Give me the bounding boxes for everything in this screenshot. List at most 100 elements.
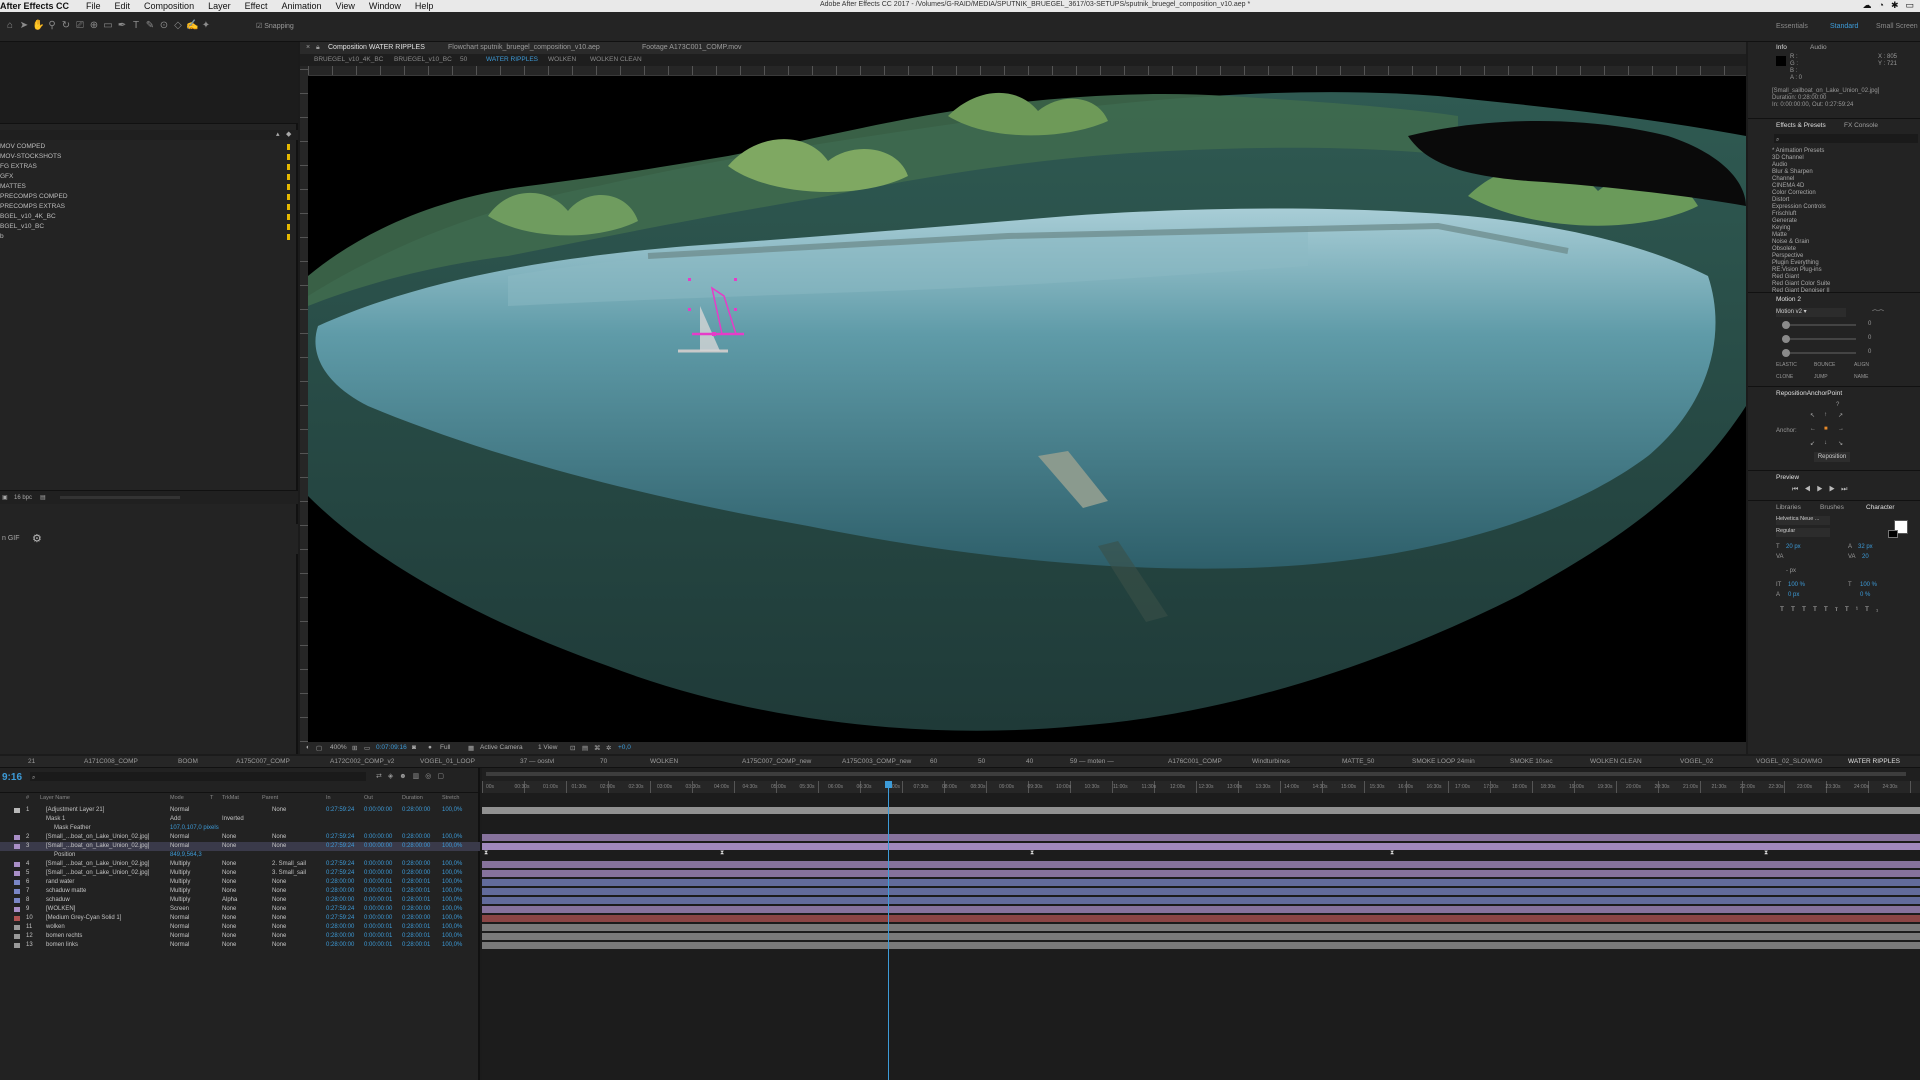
font-style-dropdown[interactable]: Regular (1776, 528, 1830, 537)
track-matte-dropdown[interactable]: None (222, 941, 236, 950)
play-icon[interactable]: ▶ (1817, 486, 1829, 493)
layer-duration-bar[interactable] (482, 861, 1920, 868)
stretch[interactable]: 100,0% (442, 842, 462, 851)
bounce-button[interactable]: BOUNCE (1814, 362, 1835, 368)
hand-tool-icon[interactable]: ✋ (32, 20, 44, 32)
tab-footage[interactable]: Footage A173C001_COMP.mov (642, 44, 742, 51)
layer-row[interactable]: 4 [Small_...boat_on_Lake_Union_02.jpg] Mul… (0, 860, 480, 869)
timeline-tab[interactable]: 37 — oostvl (520, 758, 554, 765)
in-point[interactable]: 0:27:59:24 (326, 905, 354, 914)
blend-mode-dropdown[interactable]: Screen (170, 905, 189, 914)
tab-fx-console[interactable]: FX Console (1844, 122, 1878, 129)
menu-composition[interactable]: Composition (137, 1, 201, 11)
effects-category[interactable]: Red Giant Color Suite (1772, 281, 1830, 287)
menu-help[interactable]: Help (408, 1, 441, 11)
effects-category[interactable]: Frischluft (1772, 211, 1796, 217)
tab-brushes[interactable]: Brushes (1820, 504, 1844, 511)
effects-category[interactable]: Noise & Grain (1772, 239, 1809, 245)
stretch[interactable]: 100,0% (442, 833, 462, 842)
layer-row[interactable]: 3 [Small_...boat_on_Lake_Union_02.jpg] Nor… (0, 842, 480, 851)
stretch[interactable]: 100,0% (442, 932, 462, 941)
duration[interactable]: 0:28:00:01 (402, 932, 430, 941)
reposition-button[interactable]: Reposition (1814, 452, 1850, 462)
parent-dropdown[interactable]: None (272, 842, 286, 851)
effects-search-input[interactable]: ⌕ (1774, 134, 1918, 143)
stretch[interactable]: 100,0% (442, 887, 462, 896)
timeline-tab[interactable]: 60 (930, 758, 937, 765)
elastic-button[interactable]: ELASTIC (1776, 362, 1797, 368)
project-item[interactable]: PRECOMPS EXTRAS (0, 202, 290, 212)
motion-slider[interactable] (1782, 338, 1856, 340)
stroke-color-swatch[interactable] (1888, 530, 1898, 538)
flowchart-icon[interactable]: ⌘ (594, 744, 601, 752)
lock-icon[interactable]: 🔒︎ (316, 44, 320, 52)
timeline-tab[interactable]: BOOM (178, 758, 198, 765)
parent-dropdown[interactable]: 2. Small_sail (272, 860, 306, 869)
snapping-checkbox[interactable]: ☑ Snapping (256, 22, 294, 30)
current-time-display[interactable]: 0:07:09:16 (376, 744, 407, 751)
keyframe-icon[interactable]: ⧗ (1764, 850, 1768, 857)
parent-dropdown[interactable]: None (272, 941, 286, 950)
effects-category[interactable]: Distort (1772, 197, 1789, 203)
in-point[interactable]: 0:27:59:24 (326, 860, 354, 869)
column-header-layer-name[interactable]: Layer Name (40, 795, 70, 801)
timeline-tab[interactable]: WATER RIPPLES (1848, 758, 1900, 765)
time-ruler[interactable]: 00s 00:30s 01:00s 01:30s 02:00s 02:30s 03:00s 0… (482, 781, 1920, 793)
parent-dropdown[interactable]: None (272, 932, 286, 941)
stretch[interactable]: 100,0% (442, 896, 462, 905)
timeline-tab[interactable]: VOGEL_02_SLOWMO (1756, 758, 1822, 765)
workspace-essentials[interactable]: Essentials (1776, 23, 1808, 30)
menu-animation[interactable]: Animation (274, 1, 328, 11)
motion-slider-knob[interactable] (1782, 349, 1790, 357)
timeline-tab[interactable]: 59 — moten — (1070, 758, 1114, 765)
blend-mode-dropdown[interactable]: Multiply (170, 860, 190, 869)
roto-brush-tool-icon[interactable]: ✍ (186, 20, 198, 32)
in-point[interactable]: 0:28:00:00 (326, 887, 354, 896)
project-item[interactable]: BGEL_v10_BC (0, 222, 290, 232)
zoom-tool-icon[interactable]: ⚲ (46, 20, 58, 32)
timeline-tab[interactable]: A176C001_COMP (1168, 758, 1222, 765)
parent-dropdown[interactable]: None (272, 905, 286, 914)
tab-effects-presets[interactable]: Effects & Presets (1776, 122, 1826, 129)
effects-category[interactable]: Plugin Everything (1772, 260, 1819, 266)
breadcrumb-item[interactable]: 50 (460, 56, 467, 63)
layer-row[interactable]: 11 wolken Normal None None 0:28:00:00 0:00:00:… (0, 923, 480, 932)
layer-duration-bar[interactable] (482, 888, 1920, 895)
track-matte-dropdown[interactable]: Alpha (222, 896, 237, 905)
track-matte-dropdown[interactable]: None (222, 860, 236, 869)
effects-category[interactable]: Perspective (1772, 253, 1803, 259)
transparency-grid-icon[interactable]: ▦ (468, 744, 474, 752)
anchor-bottom[interactable]: ↓ (1824, 440, 1827, 446)
blend-mode-dropdown[interactable]: Normal (170, 833, 189, 842)
blend-mode-dropdown[interactable]: Multiply (170, 869, 190, 878)
clone-stamp-tool-icon[interactable]: ⊙ (158, 20, 170, 32)
duration[interactable]: 0:28:00:00 (402, 806, 430, 815)
motion-slider[interactable] (1782, 324, 1856, 326)
menu-effect[interactable]: Effect (238, 1, 275, 11)
out-point[interactable]: 0:00:00:01 (364, 941, 392, 950)
draft-3d-icon[interactable]: ◈ (388, 773, 399, 780)
breadcrumb-item[interactable]: WOLKEN CLEAN (590, 56, 642, 63)
pen-tool-icon[interactable]: ✒ (116, 20, 128, 32)
timeline-tab[interactable]: Windturbines (1252, 758, 1290, 765)
blend-mode-dropdown[interactable]: Normal (170, 806, 189, 815)
track-matte-dropdown[interactable]: None (222, 878, 236, 887)
font-size-value[interactable]: 20 px (1786, 544, 1801, 550)
rectangle-tool-icon[interactable]: ▭ (102, 20, 114, 32)
out-point[interactable]: 0:00:00:00 (364, 860, 392, 869)
effects-category[interactable]: Channel (1772, 176, 1794, 182)
sort-icon[interactable]: ▴ (276, 130, 280, 138)
out-point[interactable]: 0:00:00:01 (364, 878, 392, 887)
workspace-small-screen[interactable]: Small Screen (1876, 23, 1918, 30)
blend-mode-dropdown[interactable]: Normal (170, 842, 189, 851)
out-point[interactable]: 0:00:00:01 (364, 923, 392, 932)
in-point[interactable]: 0:27:59:24 (326, 806, 354, 815)
layer-duration-bar[interactable] (482, 915, 1920, 922)
parent-dropdown[interactable]: 3. Small_sail (272, 869, 306, 878)
faux-bold-icon[interactable]: T (1780, 606, 1791, 613)
blend-mode-dropdown[interactable]: Normal (170, 941, 189, 950)
always-preview-icon[interactable]: ◐ (306, 744, 310, 751)
stretch[interactable]: 100,0% (442, 941, 462, 950)
layer-row[interactable]: 7 schaduw matte Multiply None None 0:28:00:00… (0, 887, 480, 896)
duration[interactable]: 0:28:00:01 (402, 941, 430, 950)
